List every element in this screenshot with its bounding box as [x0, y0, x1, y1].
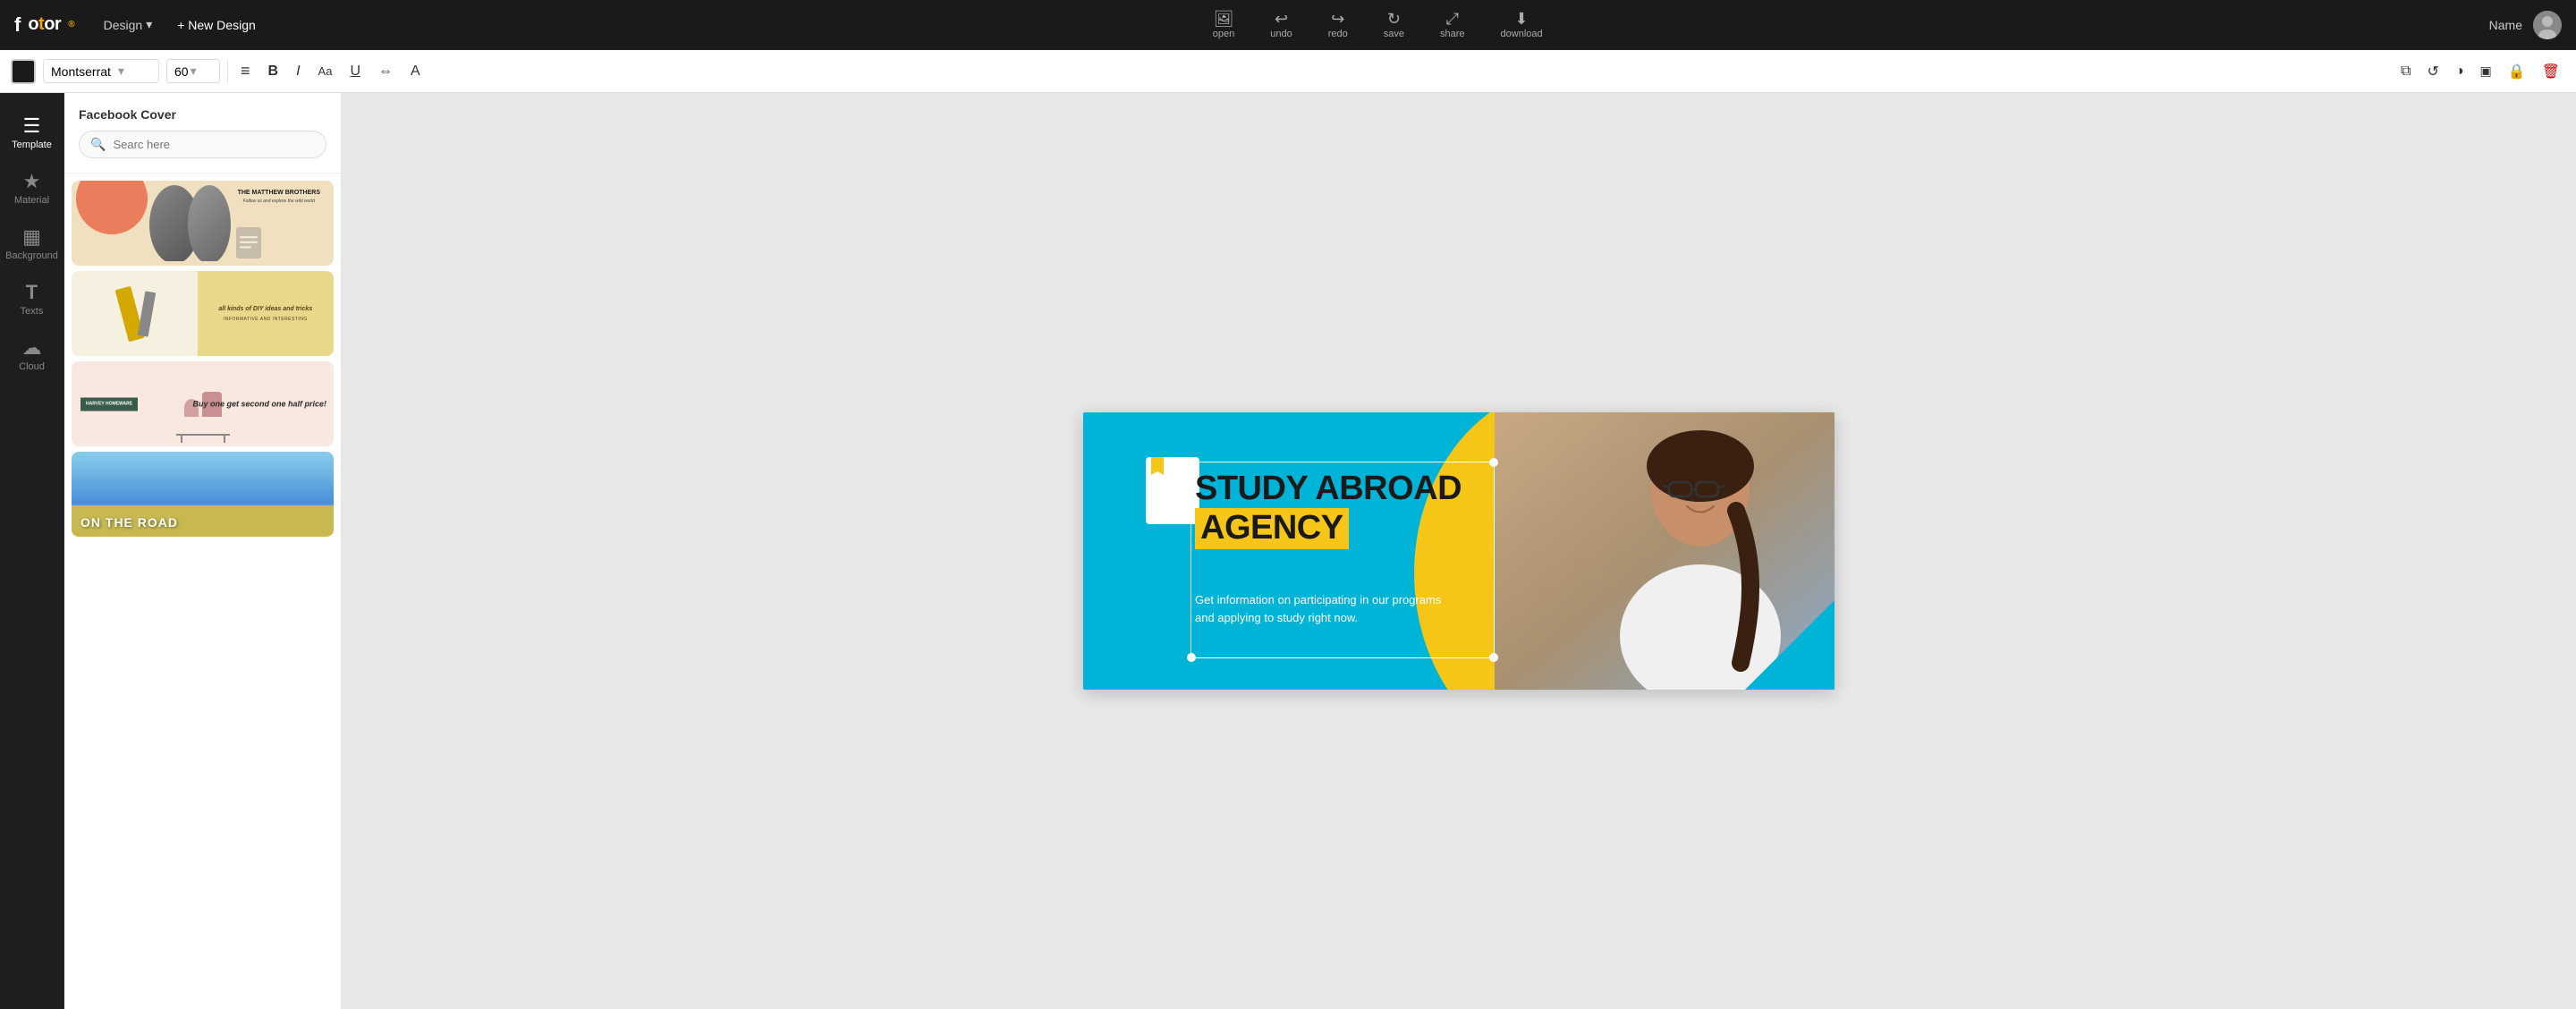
material-icon: ★ — [23, 172, 41, 191]
save-icon: ↻ — [1387, 11, 1401, 27]
canvas-wrapper: STUDY ABROAD AGENCY Get information on p… — [1083, 412, 1835, 690]
design-canvas[interactable]: STUDY ABROAD AGENCY Get information on p… — [1083, 412, 1835, 690]
template-card-harvey[interactable]: HARVEY HOMEWARE Buy one get second one h… — [72, 361, 334, 446]
tool-undo[interactable]: ↩ undo — [1263, 7, 1299, 43]
new-design-button[interactable]: + New Design — [166, 14, 267, 36]
share-icon: ⤢ — [1446, 11, 1459, 27]
template-matthew-title: THE MATTHEW BROTHERS — [238, 190, 320, 197]
search-input[interactable] — [113, 138, 315, 151]
sidebar-item-texts[interactable]: T Texts — [4, 274, 61, 326]
tool-redo[interactable]: ↪ redo — [1321, 7, 1355, 43]
tool-save[interactable]: ↻ save — [1377, 7, 1411, 43]
mask-button[interactable]: ◑ — [2450, 60, 2470, 83]
tool-share[interactable]: ⤢ share — [1433, 7, 1472, 43]
delete-button[interactable]: 🗑 — [2537, 59, 2565, 84]
template-diy-title: all kinds of DIY ideas and tricks — [218, 305, 312, 314]
toolbar-right: ⧉ ↺ ◑ ▣ 🔒 🗑 — [2395, 59, 2565, 84]
spacing-button[interactable]: ⇔ — [373, 60, 398, 83]
template-card-diy[interactable]: all kinds of DIY ideas and tricks INFORM… — [72, 271, 334, 356]
template-road-title: ON THE ROAD — [80, 515, 178, 530]
template-icon: ☰ — [23, 116, 41, 136]
text-toolbar: Montserrat ▾ 60 ▾ ≡ B I Aa U ⇔ A ⧉ ↺ ◑ ▣… — [0, 50, 2576, 93]
underline-button[interactable]: U — [344, 60, 366, 83]
toolbar-divider-1 — [227, 61, 228, 82]
texts-icon: T — [26, 283, 38, 302]
font-size-selector[interactable]: 60 ▾ — [166, 59, 220, 83]
templates-grid: THE MATTHEW BROTHERS Follow us and explo… — [64, 174, 341, 1009]
download-icon: ⬇ — [1515, 11, 1529, 27]
search-icon: 🔍 — [90, 137, 106, 152]
canvas-subtitle-text: Get information on participating in our … — [1195, 591, 1445, 626]
canvas-area[interactable]: STUDY ABROAD AGENCY Get information on p… — [342, 93, 2576, 1009]
canvas-subtitle-area[interactable]: Get information on participating in our … — [1195, 591, 1445, 626]
color-swatch[interactable] — [11, 59, 36, 84]
bookmark-icon — [1151, 457, 1164, 475]
template-diy-subtitle: INFORMATIVE AND INTERESTING — [224, 317, 308, 322]
sidebar-item-cloud[interactable]: ☁ Cloud — [4, 329, 61, 381]
logo: f otor ® — [14, 13, 75, 37]
redo-icon: ↪ — [1331, 11, 1344, 27]
duplicate-button[interactable]: ⧉ — [2395, 60, 2416, 83]
canvas-title-area[interactable]: STUDY ABROAD AGENCY — [1195, 471, 1462, 549]
layers-button[interactable]: ▣ — [2475, 60, 2497, 82]
undo-icon: ↩ — [1275, 11, 1288, 27]
logo-tm: ® — [68, 20, 74, 30]
sidebar-item-template[interactable]: ☰ Template — [4, 107, 61, 159]
design-menu-button[interactable]: Design ▾ — [97, 13, 160, 36]
font-dropdown-icon: ▾ — [118, 64, 124, 79]
background-icon: ▦ — [22, 227, 41, 247]
template-card-matthew[interactable]: THE MATTHEW BROTHERS Follow us and explo… — [72, 181, 334, 266]
search-box[interactable]: 🔍 — [79, 131, 326, 158]
templates-panel: Facebook Cover 🔍 THE MATTHEW BROTHERS Fo… — [64, 93, 342, 1009]
size-dropdown-icon: ▾ — [191, 64, 197, 79]
sidebar-item-background[interactable]: ▦ Background — [4, 218, 61, 270]
template-card-road[interactable]: ON THE ROAD — [72, 452, 334, 537]
canvas-title-line2: AGENCY — [1195, 508, 1462, 549]
font-size-aa-button[interactable]: Aa — [313, 61, 338, 81]
tool-open[interactable]: 🖼 open — [1206, 7, 1241, 43]
template-harvey-title: Buy one get second one half price! — [192, 398, 326, 410]
person-svg — [1495, 412, 1835, 690]
top-bar: f otor ® Design ▾ + New Design 🖼 open ↩ … — [0, 0, 2576, 50]
canvas-title-line1: STUDY ABROAD — [1195, 471, 1462, 508]
left-sidebar: ☰ Template ★ Material ▦ Background T Tex… — [0, 93, 64, 1009]
tool-download[interactable]: ⬇ download — [1494, 7, 1550, 43]
main-area: ☰ Template ★ Material ▦ Background T Tex… — [0, 93, 2576, 1009]
panel-title: Facebook Cover — [79, 107, 326, 122]
font-selector[interactable]: Montserrat ▾ — [43, 59, 159, 83]
rotate-button[interactable]: ↺ — [2421, 59, 2444, 84]
template-matthew-subtitle: Follow us and explore the wild world — [238, 199, 320, 204]
top-right-area: Name — [2489, 11, 2562, 39]
logo-icon: f — [14, 13, 21, 37]
template-harvey-brand: HARVEY HOMEWARE — [80, 397, 138, 411]
logo-text: otor — [28, 14, 61, 35]
avatar[interactable] — [2533, 11, 2562, 39]
cloud-icon: ☁ — [22, 338, 42, 358]
panel-header: Facebook Cover 🔍 — [64, 93, 341, 174]
top-tools: 🖼 open ↩ undo ↪ redo ↻ save ⤢ share ⬇ do… — [267, 7, 2489, 43]
font-case-button[interactable]: A — [405, 60, 426, 83]
user-name: Name — [2489, 18, 2522, 32]
align-button[interactable]: ≡ — [235, 58, 256, 84]
chevron-down-icon: ▾ — [146, 17, 152, 32]
photo-area — [1495, 412, 1835, 690]
open-icon: 🖼 — [1214, 11, 1234, 27]
bold-button[interactable]: B — [263, 60, 284, 83]
sidebar-item-material[interactable]: ★ Material — [4, 163, 61, 215]
lock-button[interactable]: 🔒 — [2503, 59, 2531, 84]
italic-button[interactable]: I — [291, 60, 305, 83]
document-icon — [1146, 457, 1199, 524]
